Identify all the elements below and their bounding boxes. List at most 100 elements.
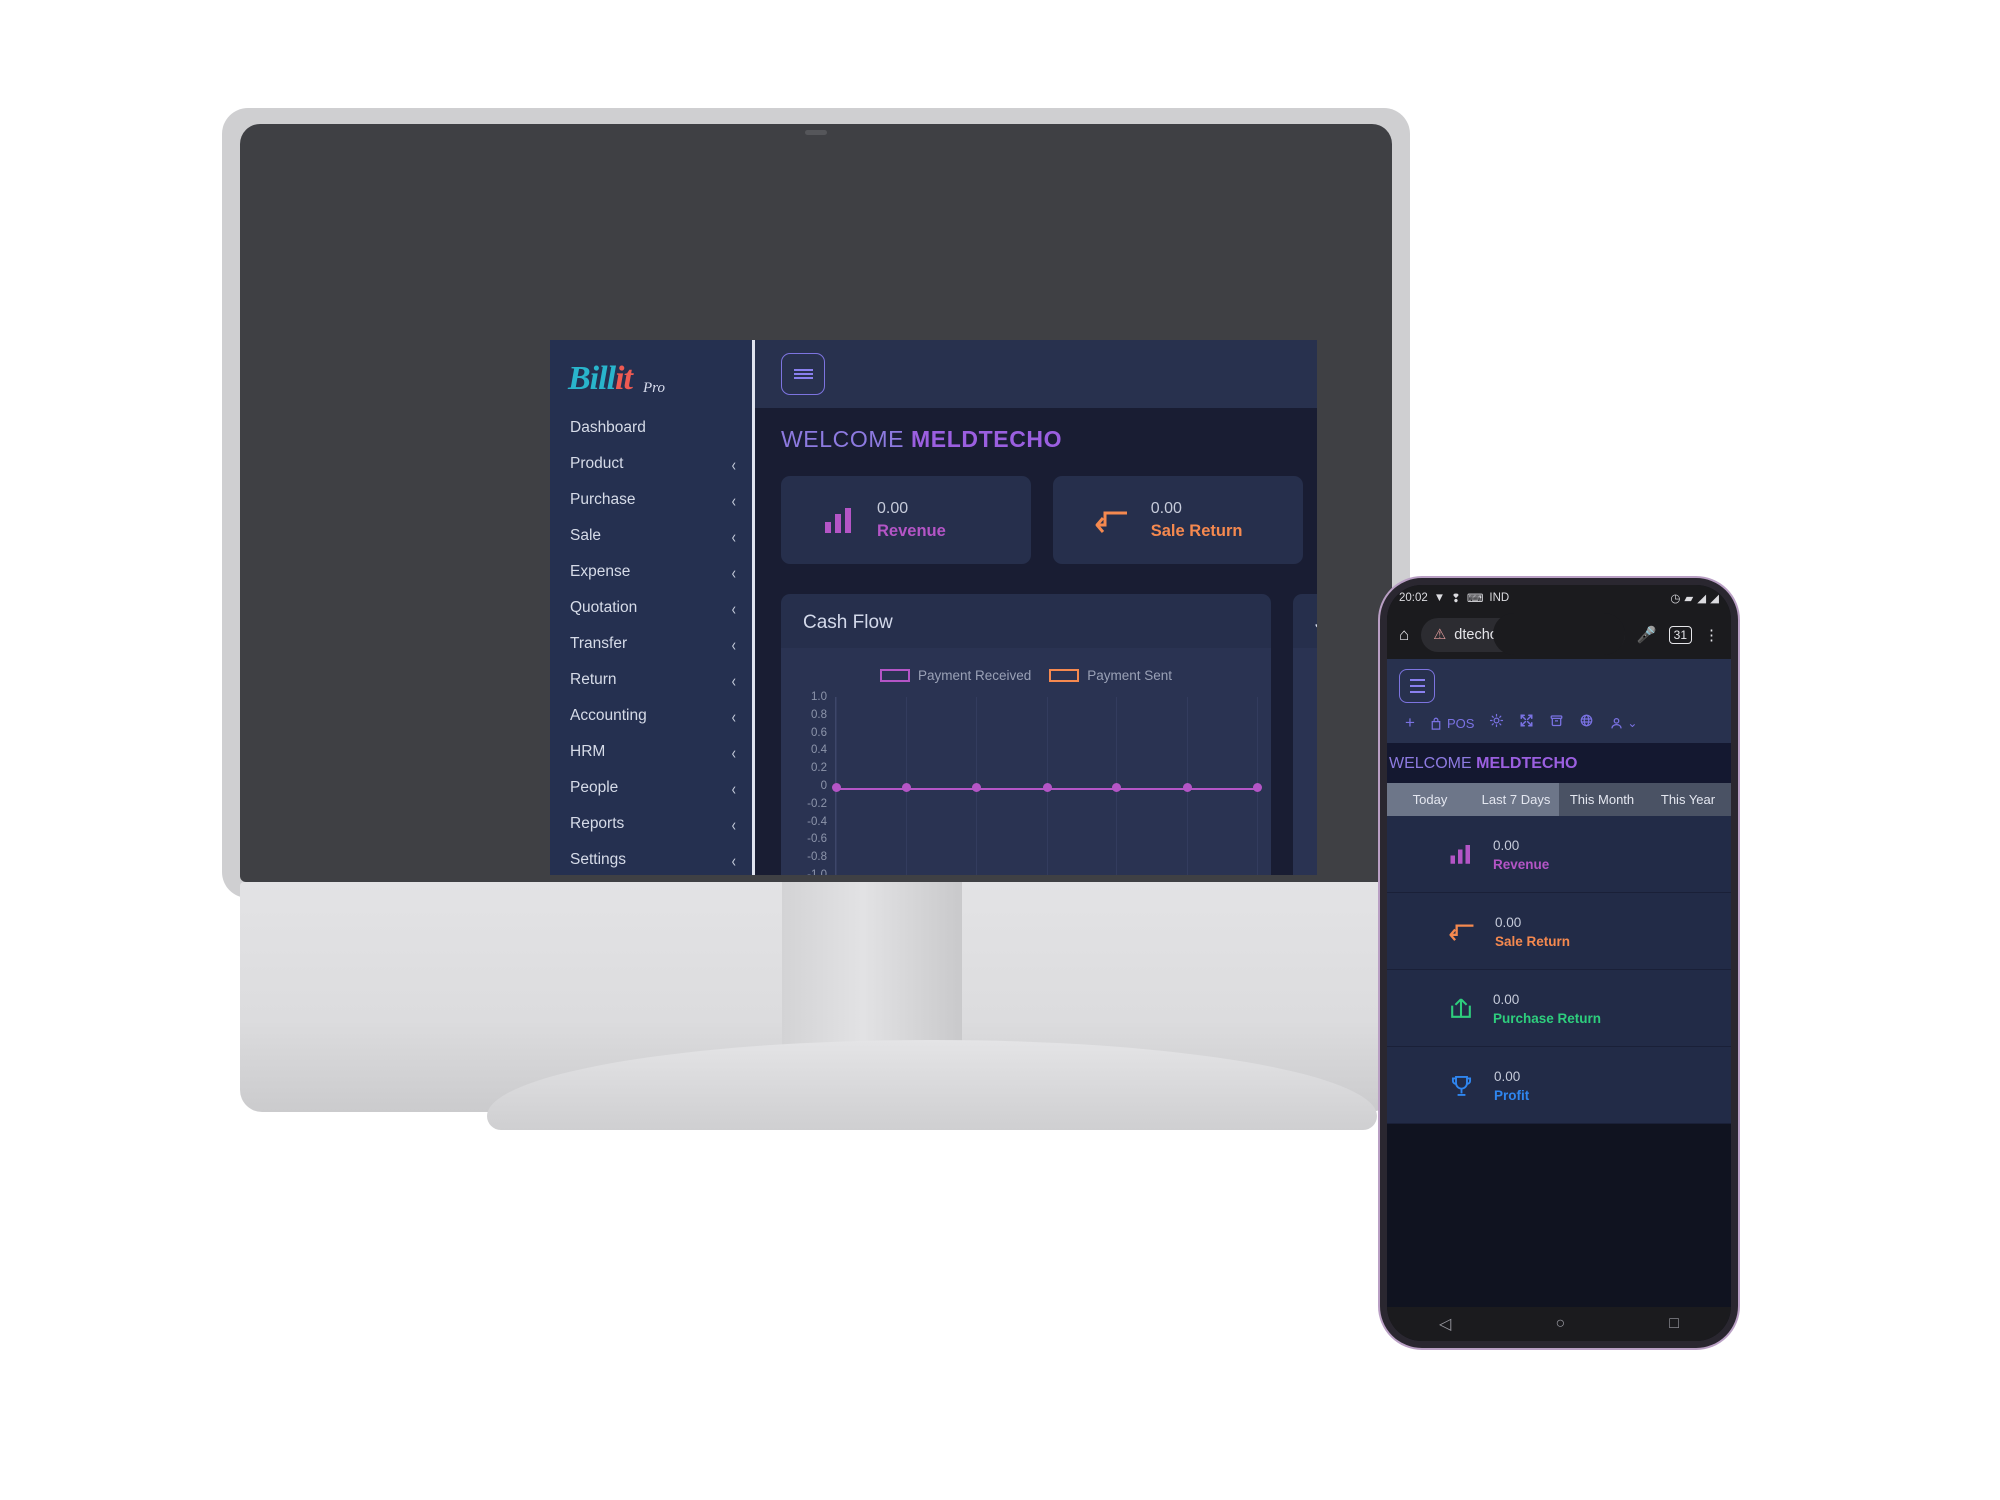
chevron-left-icon: ‹: [731, 705, 736, 727]
app-logo[interactable]: Billit Pro: [550, 348, 752, 410]
phone-navigation-bar: ◁ ○ □: [1387, 1307, 1731, 1341]
bar-chart-icon: [1450, 845, 1470, 864]
expand-icon[interactable]: [1519, 713, 1534, 733]
welcome-user-name: MELDTECHO: [911, 425, 1063, 452]
sidebar-item-hrm[interactable]: HRM ‹: [550, 734, 752, 770]
phone-filter-this-month[interactable]: This Month: [1559, 783, 1645, 816]
chevron-left-icon: ‹: [731, 849, 736, 871]
sidebar-item-accounting[interactable]: Accounting ‹: [550, 698, 752, 734]
alarm-icon: ◷: [1670, 593, 1681, 605]
three-dot-menu-icon[interactable]: ⋮: [1704, 626, 1719, 644]
phone-stat-card-sale-return[interactable]: 0.00 Sale Return: [1387, 893, 1731, 970]
sidebar-item-label: Accounting: [570, 707, 647, 724]
stat-value: 0.00: [1494, 1069, 1521, 1085]
sidebar-item-people[interactable]: People ‹: [550, 770, 752, 806]
sidebar-item-dashboard[interactable]: Dashboard: [550, 410, 752, 446]
hamburger-icon: [793, 368, 813, 371]
logo-pro-text: Pro: [643, 380, 665, 396]
sidebar-item-purchase[interactable]: Purchase ‹: [550, 482, 752, 518]
nav-recents-button[interactable]: □: [1669, 1315, 1679, 1333]
sidebar-item-label: Sale: [570, 527, 602, 544]
stat-label: Sale Return: [1495, 933, 1571, 949]
sidebar-toggle-button[interactable]: [781, 353, 825, 395]
stat-card-revenue[interactable]: 0.00 Revenue: [781, 476, 1031, 564]
phone-toolbar-actions: + POS ⌄: [1399, 703, 1719, 737]
dashboard-app: Billit Pro Dashboard Product ‹ Purchase …: [550, 340, 1317, 875]
phone-sidebar-toggle[interactable]: [1399, 669, 1435, 703]
bar-chart-icon: [825, 508, 851, 533]
sidebar-item-sale[interactable]: Sale ‹: [550, 518, 752, 554]
sidebar-item-transfer[interactable]: Transfer ‹: [550, 626, 752, 662]
y-tick: 0.2: [811, 762, 827, 775]
chevron-left-icon: ‹: [731, 669, 736, 691]
cash-flow-body: Payment Received Payment Sent 1.0 0.8 0.…: [781, 648, 1271, 875]
webcam-dot: [805, 130, 827, 135]
top-toolbar: + POS: [755, 340, 1317, 408]
sidebar-item-label: Transfer: [570, 635, 628, 652]
stat-card-sale-return[interactable]: 0.00 Sale Return: [1052, 476, 1303, 564]
chevron-left-icon: ‹: [731, 633, 736, 655]
sidebar-item-reports[interactable]: Reports ‹: [550, 806, 752, 842]
cash-flow-plot-area: [832, 697, 1262, 875]
phone-stat-card-purchase-return[interactable]: 0.00 Purchase Return: [1387, 970, 1731, 1047]
legend-label: Payment Received: [917, 668, 1032, 683]
phone-stat-card-revenue[interactable]: 0.00 Revenue: [1387, 816, 1731, 893]
welcome-user-name: MELDTECHO: [1476, 755, 1578, 772]
sidebar: Billit Pro Dashboard Product ‹ Purchase …: [550, 340, 755, 875]
not-secure-warning-icon: ⚠: [1433, 627, 1447, 643]
welcome-prefix: WELCOME: [781, 425, 905, 452]
cash-flow-chart: 1.0 0.8 0.6 0.4 0.2 0 -0.2 -0.4 -0.6 -0.…: [793, 691, 1263, 875]
sale-return-arrow-icon: [1095, 511, 1127, 533]
sun-icon[interactable]: [1489, 713, 1504, 733]
sidebar-item-quotation[interactable]: Quotation ‹: [550, 590, 752, 626]
sidebar-item-return[interactable]: Return ‹: [550, 662, 752, 698]
stat-value: 0.00: [1493, 838, 1520, 854]
stat-label: Profit: [1494, 1087, 1530, 1103]
y-tick: 0.6: [811, 726, 827, 739]
legend-payment-received[interactable]: Payment Received: [879, 668, 1032, 683]
sidebar-item-settings[interactable]: Settings ‹: [550, 842, 752, 875]
legend-swatch: [879, 669, 910, 682]
keyboard-icon: ⌨: [1466, 593, 1484, 605]
box-icon[interactable]: [1549, 713, 1564, 733]
stat-label: Revenue: [1493, 856, 1550, 872]
sidebar-item-label: HRM: [570, 743, 606, 760]
phone-add-button[interactable]: +: [1405, 713, 1415, 733]
sidebar-item-product[interactable]: Product ‹: [550, 446, 752, 482]
home-icon[interactable]: ⌂: [1399, 625, 1409, 645]
trophy-icon: [1451, 1075, 1472, 1096]
globe-icon[interactable]: [1579, 713, 1594, 733]
chevron-left-icon: ‹: [731, 597, 736, 619]
chevron-left-icon: ‹: [731, 453, 736, 475]
nav-home-button[interactable]: ○: [1555, 1315, 1565, 1333]
phone-user-menu[interactable]: ⌄: [1609, 716, 1637, 731]
phone-date-range-filter: Today Last 7 Days This Month This Year: [1387, 783, 1731, 816]
phone-filter-this-year[interactable]: This Year: [1645, 783, 1731, 816]
purchase-return-arrow-icon: [1451, 998, 1471, 1018]
phone-pos-button[interactable]: POS: [1430, 716, 1474, 731]
user-icon: [1611, 717, 1623, 728]
phone-pos-label: POS: [1446, 715, 1475, 731]
nav-back-button[interactable]: ◁: [1439, 1314, 1451, 1334]
microphone-icon[interactable]: 🎤: [1637, 625, 1657, 645]
phone-top-toolbar: + POS ⌄: [1387, 659, 1731, 743]
stat-cards-row: 0.00 Revenue 0.00 Sale Return: [755, 470, 1317, 564]
phone-stat-card-profit[interactable]: 0.00 Profit: [1387, 1047, 1731, 1124]
stat-value: 0.00: [1150, 500, 1182, 518]
tab-count-button[interactable]: 31: [1668, 626, 1692, 644]
wifi-icon: ▼: [1433, 592, 1446, 604]
stat-label: Purchase Return: [1493, 1010, 1602, 1026]
cash-flow-title: Cash Flow: [803, 612, 893, 633]
signal-icon: ◢: [1697, 593, 1707, 605]
legend-swatch: [1049, 669, 1080, 682]
signal-icon: ◢: [1710, 593, 1719, 605]
legend-payment-sent[interactable]: Payment Sent: [1049, 668, 1172, 683]
chevron-left-icon: ‹: [731, 561, 736, 583]
phone-filter-today[interactable]: Today: [1387, 783, 1473, 816]
sale-return-arrow-icon: [1449, 924, 1474, 941]
y-tick: 0.8: [811, 708, 827, 721]
cash-flow-panel: Cash Flow Payment Received Payment Sent: [781, 594, 1271, 875]
phone-filter-last-7-days[interactable]: Last 7 Days: [1473, 783, 1559, 816]
hamburger-icon: [1409, 690, 1425, 693]
sidebar-item-expense[interactable]: Expense ‹: [550, 554, 752, 590]
